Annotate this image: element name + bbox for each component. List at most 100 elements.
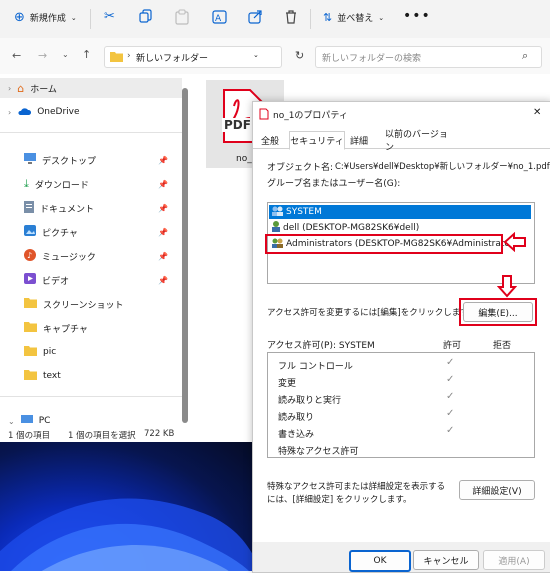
nav-item-pc[interactable]: ⌄ PC xyxy=(8,414,50,428)
nav-item-home[interactable]: › ⌂ ホーム xyxy=(0,78,182,98)
nav-scrollbar[interactable] xyxy=(182,88,188,423)
search-icon: ⌕ xyxy=(522,49,529,62)
delete-icon[interactable] xyxy=(284,9,298,28)
sort-label: 並べ替え xyxy=(337,14,374,24)
chevron-down-icon[interactable]: ⌄ xyxy=(253,51,259,59)
permission-name: 変更 xyxy=(278,379,297,389)
folder-icon xyxy=(24,369,37,383)
folder-icon xyxy=(24,321,37,335)
close-icon[interactable]: ✕ xyxy=(533,107,541,118)
pin-icon[interactable]: 📌 xyxy=(158,180,168,189)
pin-icon[interactable]: 📌 xyxy=(158,252,168,261)
svg-text:A: A xyxy=(215,14,222,24)
chevron-down-icon[interactable]: ⌄ xyxy=(8,417,15,426)
special-text-line2: には、[詳細設定] をクリックします。 xyxy=(267,495,412,505)
chevron-down-icon[interactable]: ⌄ xyxy=(62,50,69,59)
dialog-tabs: 全般 セキュリティ 詳細 以前のバージョン xyxy=(253,130,550,153)
object-name-value: C:¥Users¥dell¥Desktop¥新しいフォルダー¥no_1.pdf xyxy=(335,162,550,172)
nav-item-label: デスクトップ xyxy=(42,156,97,167)
permission-list: フル コントロール ✓ 変更 ✓ 読み取りと実行 ✓ 読み取り ✓ 書き込み ✓… xyxy=(267,352,535,458)
tab-security[interactable]: セキュリティ xyxy=(289,131,345,150)
status-size: 722 KB xyxy=(144,429,175,439)
desktop-wallpaper xyxy=(0,442,252,571)
advanced-button-label: 詳細設定(V) xyxy=(472,486,522,497)
share-icon[interactable] xyxy=(248,9,263,27)
nav-item-label: ビデオ xyxy=(42,276,70,287)
permissions-header: アクセス許可(P): SYSTEM xyxy=(267,341,375,351)
refresh-icon[interactable]: ↻ xyxy=(295,49,304,62)
rename-icon[interactable]: A xyxy=(212,9,228,28)
nav-item-onedrive[interactable]: › OneDrive xyxy=(8,102,80,122)
annotation-down-arrow-icon xyxy=(496,274,518,301)
pin-icon[interactable]: 📌 xyxy=(158,276,168,285)
nav-item-text[interactable]: text xyxy=(24,366,61,386)
list-item-system[interactable]: SYSTEM xyxy=(269,205,531,219)
nav-item-pic[interactable]: pic xyxy=(24,342,56,362)
search-input[interactable]: 新しいフォルダーの検索 xyxy=(322,51,421,64)
forward-icon[interactable]: → xyxy=(38,49,47,62)
nav-item-label: キャプチャ xyxy=(43,324,88,335)
cut-icon[interactable]: ✂ xyxy=(104,9,115,24)
ok-button[interactable]: OK xyxy=(349,550,411,572)
nav-item-label: ピクチャ xyxy=(42,228,78,239)
dialog-title: no_1のプロパティ xyxy=(273,111,348,121)
more-icon[interactable]: ••• xyxy=(403,8,431,24)
tab-general[interactable]: 全般 xyxy=(257,132,283,148)
svg-text:♪: ♪ xyxy=(27,251,32,260)
nav-item-desktop[interactable]: デスクトップ 📌 xyxy=(24,150,174,170)
video-icon xyxy=(24,273,36,287)
address-bar[interactable]: › 新しいフォルダー ⌄ ↻ xyxy=(104,46,304,68)
folder-icon xyxy=(24,297,37,311)
divider xyxy=(0,132,182,133)
cancel-button[interactable]: キャンセル xyxy=(413,550,479,570)
check-icon: ✓ xyxy=(446,391,455,402)
nav-item-label: ミュージック xyxy=(42,252,96,263)
group-label: グループ名またはユーザー名(G): xyxy=(267,179,401,189)
nav-item-screenshots[interactable]: スクリーンショット xyxy=(24,294,124,314)
document-icon xyxy=(24,200,34,216)
nav-pc-label: PC xyxy=(38,416,51,426)
apply-button[interactable]: 適用(A) xyxy=(483,550,545,570)
cloud-icon xyxy=(17,106,32,119)
edit-button[interactable]: 編集(E)... xyxy=(463,302,533,322)
up-icon[interactable]: ↑ xyxy=(82,48,91,61)
nav-item-capture[interactable]: キャプチャ xyxy=(24,318,88,338)
desktop-icon xyxy=(24,153,36,167)
check-icon: ✓ xyxy=(446,357,455,368)
pin-icon[interactable]: 📌 xyxy=(158,156,168,165)
special-text-line1: 特殊なアクセス許可または詳細設定を表示する xyxy=(267,482,446,492)
search-box[interactable]: 新しいフォルダーの検索 ⌕ xyxy=(315,46,542,68)
user-name: dell (DESKTOP-MG82SK6¥dell) xyxy=(283,223,420,233)
sort-icon: ⇅ xyxy=(323,11,333,24)
paste-icon[interactable] xyxy=(175,9,189,28)
nav-item-documents[interactable]: ドキュメント 📌 xyxy=(24,198,174,218)
chevron-down-icon: ⌄ xyxy=(378,13,385,22)
apply-button-label: 適用(A) xyxy=(498,556,530,567)
new-button[interactable]: ⊕ 新規作成 ⌄ xyxy=(14,11,77,24)
new-label: 新規作成 xyxy=(29,14,66,24)
users-icon xyxy=(271,206,284,219)
advanced-button[interactable]: 詳細設定(V) xyxy=(459,480,535,500)
back-icon[interactable]: ← xyxy=(12,49,21,62)
nav-item-pictures[interactable]: ピクチャ 📌 xyxy=(24,222,174,242)
pin-icon[interactable]: 📌 xyxy=(158,228,168,237)
nav-item-music[interactable]: ♪ ミュージック 📌 xyxy=(24,246,174,266)
tab-details[interactable]: 詳細 xyxy=(347,132,371,148)
folder-icon xyxy=(24,345,37,359)
home-icon: ⌂ xyxy=(17,81,25,95)
pin-icon[interactable]: 📌 xyxy=(158,204,168,213)
sort-button[interactable]: ⇅ 並べ替え ⌄ xyxy=(323,11,384,24)
chevron-right-icon[interactable]: › xyxy=(8,108,11,117)
copy-icon[interactable] xyxy=(139,9,153,26)
nav-item-downloads[interactable]: ⤓ ダウンロード 📌 xyxy=(24,174,174,194)
nav-item-videos[interactable]: ビデオ 📌 xyxy=(24,270,174,290)
chevron-right-icon[interactable]: › xyxy=(8,84,11,93)
tab-previous-versions[interactable]: 以前のバージョン xyxy=(385,130,451,153)
tab-label: 詳細 xyxy=(349,136,368,147)
command-bar: ⊕ 新規作成 ⌄ ✂ A ⇅ 並べ替え ⌄ ••• xyxy=(0,0,550,39)
list-item-dell[interactable]: dell (DESKTOP-MG82SK6¥dell) xyxy=(269,221,419,235)
pc-icon xyxy=(20,414,33,428)
permission-name: 書き込み xyxy=(278,430,315,440)
tab-label: 以前のバージョン xyxy=(385,130,448,153)
cancel-button-label: キャンセル xyxy=(423,556,469,567)
